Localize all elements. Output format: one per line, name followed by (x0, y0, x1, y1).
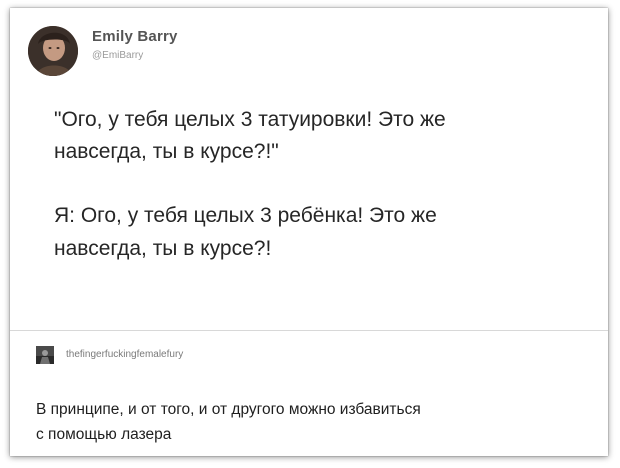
author-avatar[interactable] (28, 26, 78, 76)
avatar-photo-icon (36, 346, 54, 364)
reply-text-line: В принципе, и от того, и от другого можн… (36, 401, 421, 418)
reply-section: thefingerfuckingfemalefury В принципе, и… (10, 331, 608, 456)
tweet-text-line: "Ого, у тебя целых 3 татуировки! Это же (54, 108, 446, 131)
reply-username[interactable]: thefingerfuckingfemalefury (66, 349, 183, 360)
avatar-photo-icon (28, 26, 78, 76)
tweet-text-line: Я: Ого, у тебя целых 3 ребёнка! Это же (54, 204, 437, 227)
tweet-text-line: навсегда, ты в курсе?! (54, 237, 272, 260)
author-name[interactable]: Emily Barry (92, 28, 178, 45)
reply-text-line: с помощью лазера (36, 426, 172, 443)
tweet-text-line: навсегда, ты в курсе?!" (54, 140, 279, 163)
post-card: Emily Barry @EmiBarry "Ого, у тебя целых… (10, 8, 608, 456)
tweet-section: Emily Barry @EmiBarry "Ого, у тебя целых… (10, 8, 608, 330)
reply-avatar[interactable] (36, 346, 54, 364)
author-handle[interactable]: @EmiBarry (92, 50, 143, 61)
